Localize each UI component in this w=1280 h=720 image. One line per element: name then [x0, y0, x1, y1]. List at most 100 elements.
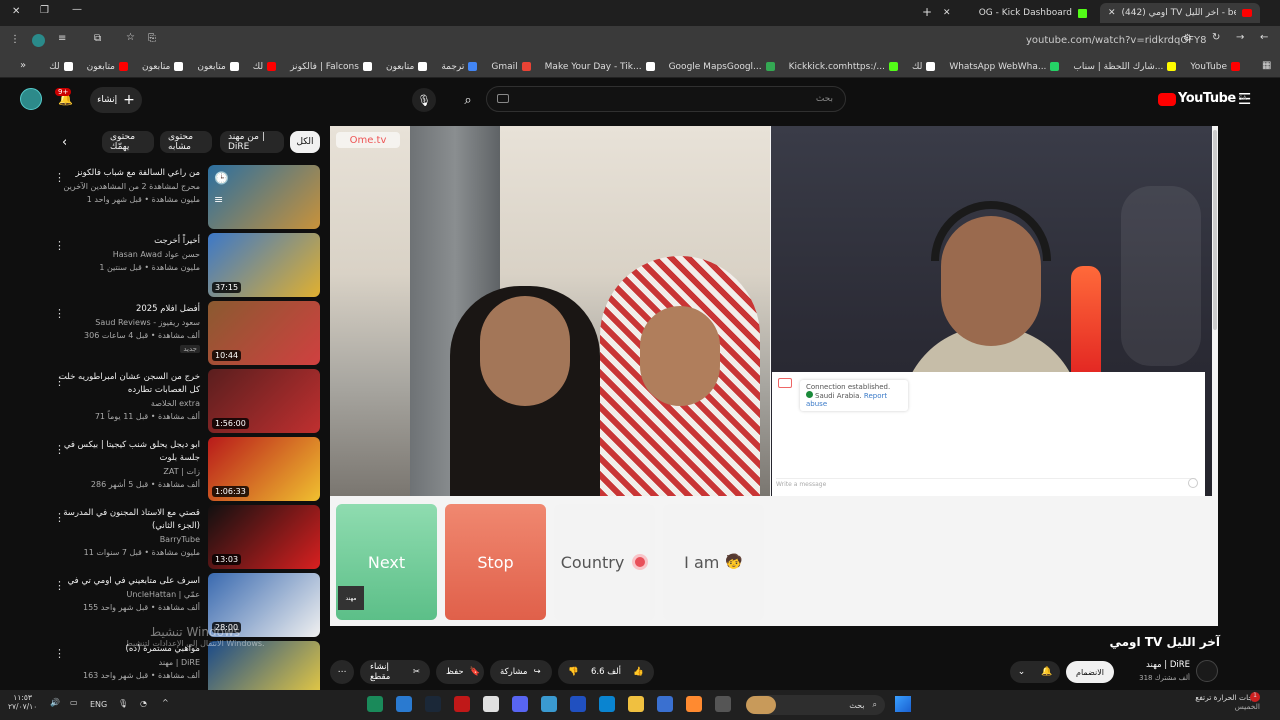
recommendation-item[interactable]: ⋮ 13:03 قصتي مع الاستاذ المجنون في المدرسة… [40, 505, 320, 571]
reload-icon[interactable]: ↻ [1212, 32, 1220, 43]
edge-app-icon[interactable] [599, 696, 615, 712]
country-button[interactable]: Country [554, 504, 655, 620]
search-icon[interactable]: ⌕ [456, 88, 480, 112]
video-thumbnail[interactable]: 🕒 ≡ [208, 165, 320, 229]
search-input[interactable]: بحث [486, 86, 846, 112]
url-field[interactable]: youtube.com/watch?v=ridkrdqOFY8 [1026, 35, 1206, 46]
media-control-icon[interactable]: ≡ [58, 33, 66, 44]
i-am-button[interactable]: I am 🧒 [663, 504, 764, 620]
chip-recommended[interactable]: محتوى يهمّك [102, 131, 154, 153]
extensions-icon[interactable]: ⧉ [94, 33, 101, 44]
share-button[interactable]: مشاركة ↪ [490, 660, 552, 684]
channel-name[interactable]: مهند | DiRE [1120, 660, 1190, 670]
recommendation-item[interactable]: ⋮ 37:15 أخيراً أخرجت Hasan Awad حسن عواد 1 م… [40, 233, 320, 299]
video-thumbnail[interactable]: 1:56:00 [208, 369, 320, 433]
bookmarks-apps-icon[interactable]: ▦ [1262, 60, 1271, 71]
capcut-app-icon[interactable] [541, 696, 557, 712]
bookmark-item[interactable]: Gmail [491, 62, 531, 72]
xbox-app-icon[interactable] [367, 696, 383, 712]
more-actions-button[interactable]: ⋯ [330, 660, 354, 684]
teams-app-icon[interactable] [570, 696, 586, 712]
microphone-tray-icon[interactable]: 🎙 [118, 699, 128, 708]
bookmark-item[interactable]: Google MapsGoogl... [669, 62, 775, 72]
watch-later-icon[interactable]: 🕒 [214, 171, 229, 185]
bookmark-item[interactable]: Make Your Day - Tik... [545, 62, 655, 72]
voice-search-icon[interactable]: 🎙 [412, 88, 436, 112]
keyboard-icon[interactable] [497, 94, 509, 103]
channel-avatar[interactable] [1196, 660, 1218, 682]
wifi-icon[interactable]: ◔ [140, 699, 147, 708]
bookmark-item[interactable]: WhatsApp WebWha... [949, 62, 1060, 72]
tab-close-icon[interactable]: ✕ [943, 8, 951, 18]
tab-kick-dashboard[interactable]: ✕ OG - Kick Dashboard [935, 3, 1095, 23]
bookmark-item[interactable]: لك [253, 62, 277, 72]
new-tab-icon[interactable]: + [922, 5, 932, 19]
recommendation-item[interactable]: ⋮ 1:56:00 خرج من السجن عشان امبراطوريه خلت… [40, 369, 320, 435]
battlenet-app-icon[interactable] [454, 696, 470, 712]
video-thumbnail[interactable]: 1:06:33 [208, 437, 320, 501]
steam-app-icon[interactable] [425, 696, 441, 712]
file-explorer-icon[interactable] [628, 696, 644, 712]
clip-button[interactable]: إنشاء مقطع ✂ [360, 660, 430, 684]
create-button[interactable]: إنشاء + [90, 87, 142, 113]
more-bookmarks-icon[interactable]: » [20, 60, 26, 71]
restore-window-icon[interactable]: ❐ [40, 5, 49, 16]
recommendation-item[interactable]: ⋮ 10:44 أفضل افلام 2025 Saud Reviews - سعود… [40, 301, 320, 367]
chrome-app-icon[interactable] [483, 696, 499, 712]
next-button[interactable]: Next مهند [336, 504, 437, 620]
add-to-queue-icon[interactable]: ≡ [214, 193, 223, 206]
share-page-icon[interactable]: ⎘ [148, 33, 156, 44]
stop-button[interactable]: Stop [445, 504, 546, 620]
chat-message-input[interactable]: Write a message [776, 478, 1196, 490]
recommendation-item[interactable]: ⋮ 1:06:33 ابو ديجل يحلق شنب كيجيتا | بيكس … [40, 437, 320, 503]
tab-youtube[interactable]: ✕ (442) اومي TV آخر الليل - be [1100, 3, 1260, 23]
forward-icon[interactable]: ← [1260, 32, 1268, 43]
taskview-icon[interactable] [715, 696, 731, 712]
tab-close-icon[interactable]: ✕ [1108, 8, 1116, 18]
dislike-icon[interactable]: 👎 [568, 667, 579, 677]
bookmark-star-icon[interactable]: ☆ [126, 32, 135, 43]
clock[interactable]: ١١:٥٣ ٢٧/٠٧/١٠ [8, 693, 37, 711]
bookmark-item[interactable]: فالكونز | Falcons [290, 62, 372, 72]
volume-icon[interactable]: 🔊 [50, 698, 60, 707]
save-button[interactable]: حفظ 🔖 [436, 660, 484, 684]
menu-dots-icon[interactable]: ⋮ [10, 34, 20, 45]
bookmark-item[interactable]: لك [912, 62, 936, 72]
bookmark-item[interactable]: YouTube [1190, 62, 1240, 72]
like-icon[interactable]: 👍 [633, 667, 644, 677]
video-thumbnail[interactable]: 37:15 [208, 233, 320, 297]
chip-from-channel[interactable]: من مهند | DiRE [220, 131, 284, 153]
chip-all[interactable]: الكل [290, 131, 320, 153]
player-scrollbar[interactable] [1213, 130, 1217, 330]
language-indicator[interactable]: ENG [90, 700, 107, 709]
subscribe-bell-button[interactable]: ⌄ 🔔 [1010, 661, 1060, 683]
store-app-icon[interactable] [396, 696, 412, 712]
video-thumbnail[interactable]: 10:44 [208, 301, 320, 365]
bookmark-item[interactable]: متابعون [87, 62, 128, 72]
bookmark-item[interactable]: ترجمة [441, 62, 478, 72]
join-button[interactable]: الانضمام [1066, 661, 1114, 683]
chip-related[interactable]: محتوى مشابه [160, 131, 212, 153]
photos-app-icon[interactable] [657, 696, 673, 712]
profile-avatar-icon[interactable] [32, 34, 45, 47]
account-avatar[interactable] [20, 88, 42, 110]
video-thumbnail[interactable]: 13:03 [208, 505, 320, 569]
back-icon[interactable]: → [1236, 32, 1244, 43]
emoji-icon[interactable] [1188, 478, 1198, 488]
bookmark-item[interactable]: شارك اللحظة | سناب... [1073, 62, 1177, 72]
windows-start-icon[interactable] [895, 696, 911, 712]
bookmark-item[interactable]: متابعون [197, 62, 239, 72]
tray-overflow-icon[interactable]: ^ [162, 698, 169, 707]
discord-app-icon[interactable] [512, 696, 528, 712]
youtube-logo[interactable]: YouTube SA [1158, 91, 1247, 106]
recommendation-item[interactable]: ⋮ 🕒 ≡ من راعي السالفة مع شباب فالكونز محرج ل… [40, 165, 320, 231]
bookmark-item[interactable]: متابعون [386, 62, 428, 72]
minimize-window-icon[interactable]: — [72, 4, 82, 15]
bookmark-item[interactable]: Kickkick.comhttps:/... [789, 62, 898, 72]
chips-prev-chevron-icon[interactable]: ‹ [62, 135, 67, 150]
app-icon[interactable] [686, 696, 702, 712]
bookmark-item[interactable]: لك [49, 62, 73, 72]
battery-icon[interactable]: ▭ [70, 698, 78, 707]
site-settings-icon[interactable]: ⚙ [1183, 33, 1192, 44]
bookmark-item[interactable]: متابعون [142, 62, 184, 72]
